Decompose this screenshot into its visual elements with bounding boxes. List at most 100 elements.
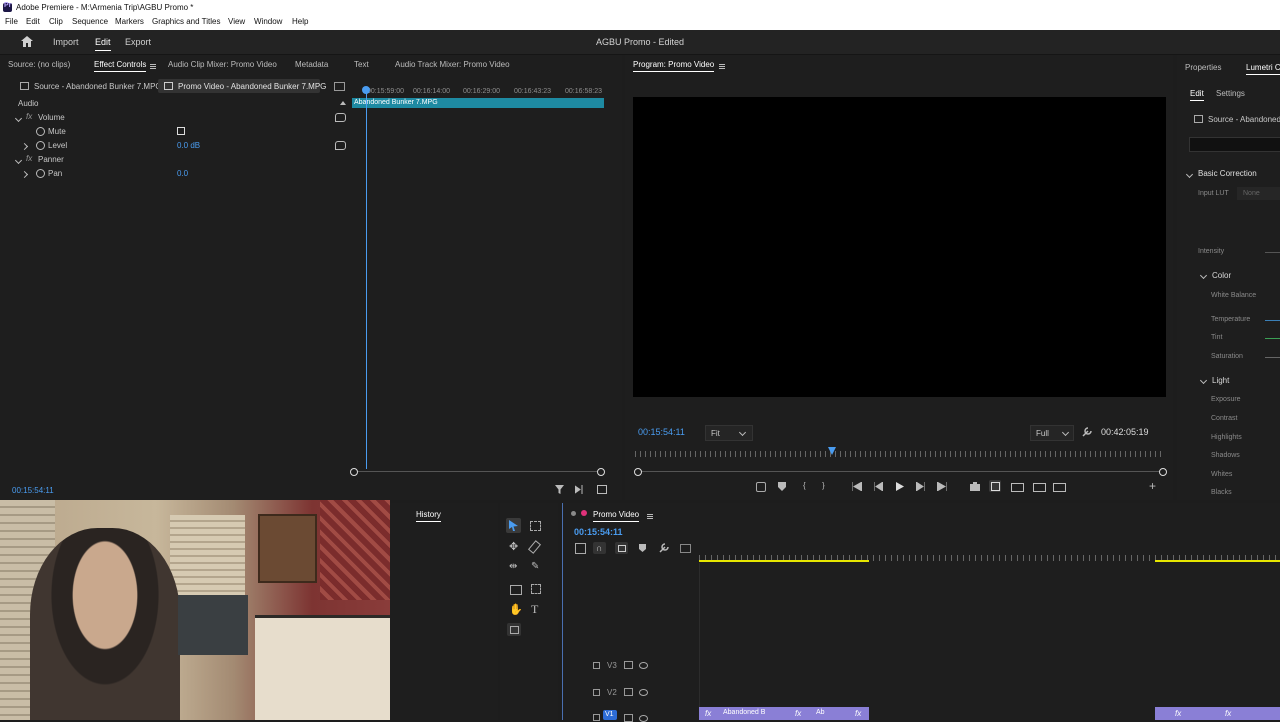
- reset-volume-icon[interactable]: [335, 113, 346, 122]
- overwrite-icon[interactable]: [1033, 483, 1046, 492]
- export-icon[interactable]: [597, 485, 607, 494]
- go-to-in-icon[interactable]: [852, 482, 862, 491]
- basic-correction-chevron-icon[interactable]: [1185, 170, 1194, 179]
- program-scrub-ruler[interactable]: [635, 451, 1165, 457]
- pan-stopwatch-icon[interactable]: [36, 169, 45, 178]
- light-header[interactable]: Light: [1212, 376, 1229, 385]
- quality-dropdown[interactable]: Full: [1030, 425, 1074, 441]
- track-target-v1[interactable]: V1: [603, 710, 617, 720]
- program-video-frame[interactable]: [633, 97, 1166, 397]
- input-lut-dropdown[interactable]: None: [1237, 187, 1280, 200]
- program-timecode[interactable]: 00:15:54:11: [638, 427, 685, 437]
- panel-menu-icon[interactable]: [146, 62, 156, 71]
- program-zoom-bar[interactable]: [637, 471, 1163, 472]
- clip-group-v1-end[interactable]: fx fx: [1155, 707, 1280, 720]
- wrench-icon[interactable]: [1082, 427, 1092, 437]
- menu-graphics-and-titles[interactable]: Graphics and Titles: [152, 17, 220, 26]
- step-back-icon[interactable]: [874, 482, 883, 491]
- timeline-settings-wrench-icon[interactable]: [659, 543, 669, 553]
- tab-effect-controls[interactable]: Effect Controls: [94, 60, 147, 72]
- source-clip-button[interactable]: Source - Abandoned Bunker 7.MPG: [14, 79, 162, 93]
- lumetri-source[interactable]: Source - Abandoned B: [1208, 115, 1280, 124]
- basic-correction-header[interactable]: Basic Correction: [1198, 169, 1257, 178]
- program-monitor-title[interactable]: Program: Promo Video: [633, 60, 715, 72]
- subtab-settings[interactable]: Settings: [1216, 89, 1245, 98]
- sync-lock-icon[interactable]: [624, 688, 633, 696]
- mute-checkbox[interactable]: [177, 127, 185, 135]
- menu-file[interactable]: File: [5, 17, 18, 26]
- zoom-handle-right[interactable]: [597, 468, 605, 476]
- program-playhead[interactable]: [828, 447, 836, 455]
- eye-icon[interactable]: [639, 662, 648, 669]
- captions-track-icon[interactable]: [680, 544, 691, 553]
- toggle-proxies-button[interactable]: [989, 480, 1001, 492]
- play-icon[interactable]: [896, 482, 904, 491]
- nest-toggle-icon[interactable]: [575, 543, 586, 554]
- color-chevron-icon[interactable]: [1199, 271, 1208, 280]
- timeline-timecode[interactable]: 00:15:54:11: [574, 527, 623, 537]
- sync-lock-icon[interactable]: [624, 661, 633, 669]
- tab-audio-track-mixer[interactable]: Audio Track Mixer: Promo Video: [395, 60, 510, 69]
- timeline-tab-title[interactable]: Promo Video: [593, 510, 640, 522]
- subtab-edit[interactable]: Edit: [1190, 89, 1204, 101]
- crop-icon[interactable]: [531, 584, 541, 594]
- program-menu-icon[interactable]: [715, 62, 725, 71]
- history-title[interactable]: History: [416, 510, 441, 522]
- selection-tool-button[interactable]: [506, 518, 521, 533]
- panner-expand-chevron-icon[interactable]: [14, 156, 23, 165]
- menu-help[interactable]: Help: [292, 17, 308, 26]
- tab-metadata[interactable]: Metadata: [295, 60, 328, 69]
- effect-clip-bar[interactable]: Abandoned Bunker 7.MPG: [352, 98, 604, 108]
- collapse-up-icon[interactable]: [340, 101, 346, 105]
- zoom-scrollbar[interactable]: [354, 471, 600, 472]
- mark-in-icon[interactable]: {: [803, 481, 806, 490]
- pan-expand-chevron-icon[interactable]: [20, 170, 29, 179]
- menu-edit[interactable]: Edit: [26, 17, 40, 26]
- pen-icon[interactable]: ✎: [531, 561, 539, 572]
- saturation-slider[interactable]: [1265, 357, 1280, 358]
- eye-icon[interactable]: [639, 689, 648, 696]
- toggle-timeline-icon[interactable]: [334, 82, 345, 91]
- mark-out-icon[interactable]: }: [822, 481, 825, 490]
- effect-controls-timecode[interactable]: 00:15:54:11: [12, 486, 54, 495]
- hand-icon[interactable]: ✋: [509, 603, 523, 616]
- volume-expand-chevron-icon[interactable]: [14, 114, 23, 123]
- menu-clip[interactable]: Clip: [49, 17, 63, 26]
- tab-text[interactable]: Text: [354, 60, 369, 69]
- menu-view[interactable]: View: [228, 17, 245, 26]
- eye-icon[interactable]: [639, 715, 648, 722]
- tab-lumetri-color[interactable]: Lumetri Co: [1246, 63, 1280, 75]
- rectangle-icon[interactable]: [510, 585, 522, 595]
- add-marker-icon[interactable]: [778, 482, 786, 491]
- marker-icon[interactable]: [639, 544, 646, 552]
- reset-level-icon[interactable]: [335, 141, 346, 150]
- menu-window[interactable]: Window: [254, 17, 282, 26]
- clip-group-v1[interactable]: fx Abandoned B fx Ab fx: [699, 707, 869, 720]
- program-zoom-handle-right[interactable]: [1159, 468, 1167, 476]
- level-value[interactable]: 0.0 dB: [177, 141, 200, 150]
- fit-dropdown[interactable]: Fit: [705, 425, 753, 441]
- tab-audio-clip-mixer[interactable]: Audio Clip Mixer: Promo Video: [168, 60, 277, 69]
- program-zoom-handle-left[interactable]: [634, 468, 642, 476]
- zoom-handle-left[interactable]: [350, 468, 358, 476]
- lift-extract-icon[interactable]: [756, 482, 766, 492]
- linked-selection-button[interactable]: [615, 542, 628, 554]
- go-to-out-icon[interactable]: [937, 482, 947, 491]
- compare-icon[interactable]: [1053, 483, 1066, 492]
- menu-markers[interactable]: Markers: [115, 17, 144, 26]
- temperature-slider[interactable]: [1265, 320, 1280, 321]
- pan-value[interactable]: 0.0: [177, 169, 188, 178]
- step-forward-icon[interactable]: [916, 482, 925, 491]
- track-select-icon[interactable]: [530, 521, 541, 531]
- level-stopwatch-icon[interactable]: [36, 141, 45, 150]
- filter-icon[interactable]: [555, 485, 564, 494]
- tab-source[interactable]: Source: (no clips): [8, 60, 70, 69]
- level-expand-chevron-icon[interactable]: [20, 142, 29, 151]
- sequence-clip-button[interactable]: Promo Video - Abandoned Bunker 7.MPG: [158, 79, 326, 93]
- tint-slider[interactable]: [1265, 338, 1280, 339]
- snap-button[interactable]: ∩: [593, 542, 606, 554]
- color-header[interactable]: Color: [1212, 271, 1231, 280]
- light-chevron-icon[interactable]: [1199, 376, 1208, 385]
- effect-timeline-ruler[interactable]: 00:15:59:00 00:16:14:00 00:16:29:00 00:1…: [349, 85, 609, 99]
- menu-sequence[interactable]: Sequence: [72, 17, 108, 26]
